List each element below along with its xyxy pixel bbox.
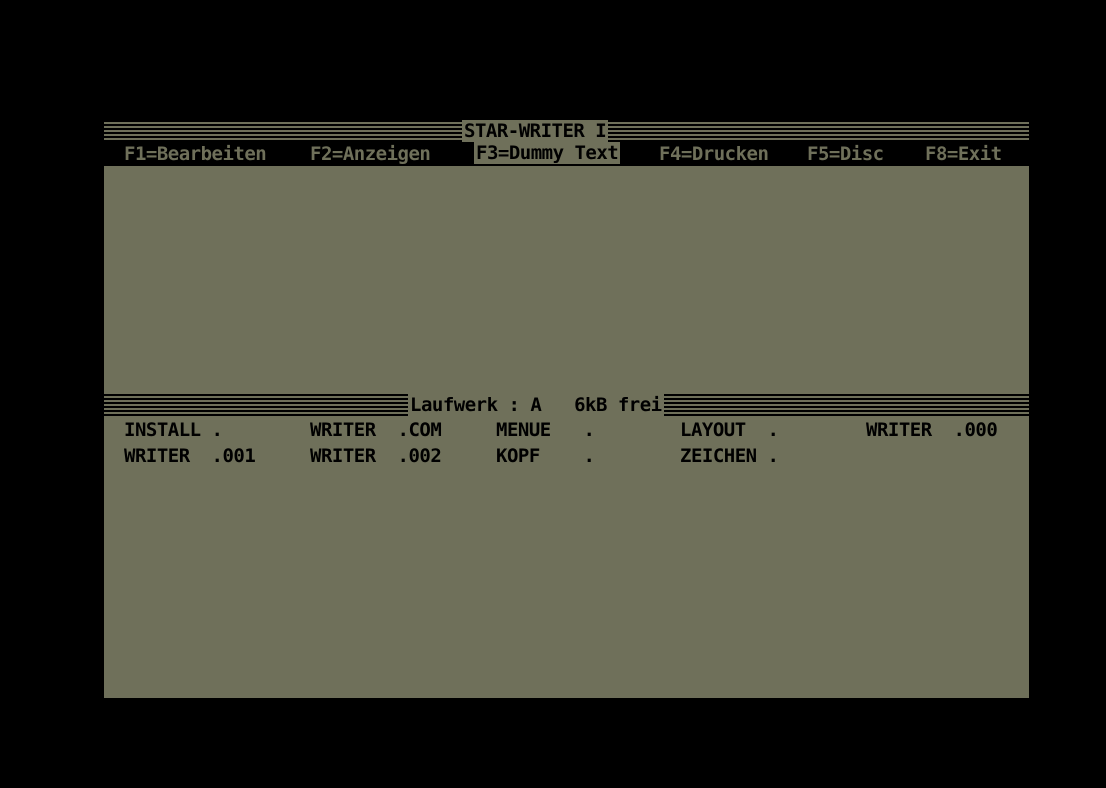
menu-item-view[interactable]: F2=Anzeigen xyxy=(310,144,431,164)
app-title: STAR-WRITER I xyxy=(462,120,609,142)
file-entry[interactable]: WRITER .000 xyxy=(866,420,998,440)
file-entry[interactable]: INSTALL . xyxy=(124,420,223,440)
file-entry[interactable]: MENUE . xyxy=(496,420,595,440)
drive-status: Laufwerk : A 6kB frei xyxy=(408,394,664,416)
file-directory-list: INSTALL . WRITER .COM MENUE . LAYOUT . WRITE… xyxy=(104,420,1029,480)
drive-status-band: Laufwerk : A 6kB frei xyxy=(104,394,1029,416)
file-entry[interactable]: LAYOUT . xyxy=(680,420,779,440)
menu-item-edit[interactable]: F1=Bearbeiten xyxy=(124,144,267,164)
file-entry[interactable]: WRITER .COM xyxy=(310,420,442,440)
function-key-menu: F1=Bearbeiten F2=Anzeigen F3=Dummy Text … xyxy=(104,142,1029,166)
menu-item-exit[interactable]: F8=Exit xyxy=(925,144,1002,164)
title-band: STAR-WRITER I xyxy=(104,120,1029,142)
menu-item-dummy-text[interactable]: F3=Dummy Text xyxy=(474,142,621,164)
terminal-screen: STAR-WRITER I F1=Bearbeiten F2=Anzeigen … xyxy=(104,120,1029,698)
file-entry[interactable]: ZEICHEN . xyxy=(680,446,779,466)
file-entry[interactable]: WRITER .002 xyxy=(310,446,442,466)
edit-area[interactable] xyxy=(104,166,1029,392)
file-entry[interactable]: WRITER .001 xyxy=(124,446,256,466)
menu-item-disc[interactable]: F5=Disc xyxy=(807,144,884,164)
menu-item-print[interactable]: F4=Drucken xyxy=(659,144,769,164)
file-entry[interactable]: KOPF . xyxy=(496,446,595,466)
